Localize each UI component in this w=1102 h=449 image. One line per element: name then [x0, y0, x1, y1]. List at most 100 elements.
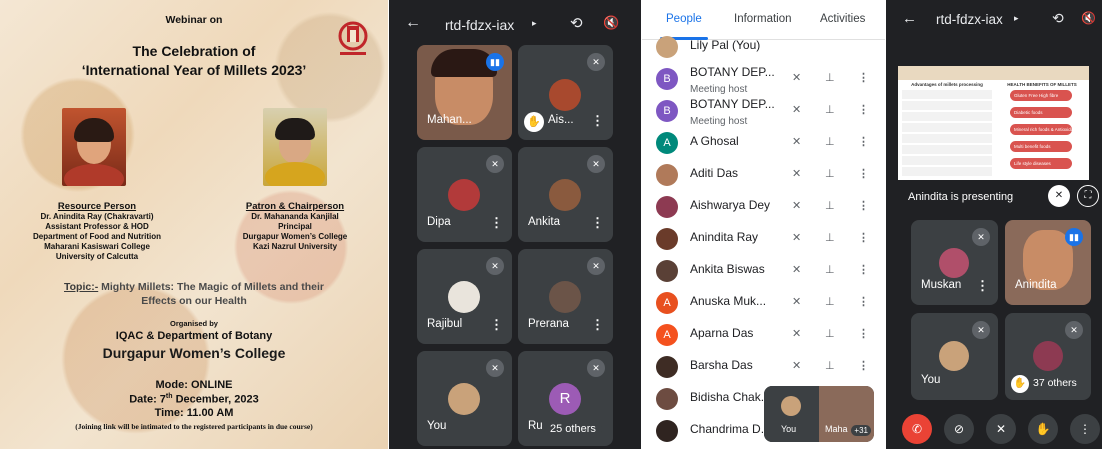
- more-options-icon[interactable]: ⋮: [490, 216, 503, 229]
- more-options-icon[interactable]: ⋮: [858, 263, 869, 276]
- participant-row[interactable]: B BOTANY DEP... Meeting host ✕ ⊥ ⋮: [642, 62, 885, 95]
- mute-presenter-icon[interactable]: ✕: [1048, 185, 1070, 207]
- participant-avatar: [656, 356, 678, 378]
- pin-icon[interactable]: ⊥: [825, 295, 835, 308]
- resource-line: Dr. Anindita Ray (Chakravarti): [40, 212, 154, 221]
- tile-aishwarya[interactable]: ✕ ✋ Ais... ⋮: [518, 45, 613, 140]
- mic-off-button[interactable]: ✕: [986, 414, 1016, 444]
- topic-text2: Effects on our Health: [141, 295, 247, 307]
- participant-name: Bidisha Chak...: [690, 390, 771, 404]
- more-options-icon[interactable]: ⋮: [858, 231, 869, 244]
- participant-name: Aditi Das: [690, 166, 739, 180]
- more-options-icon[interactable]: ⋮: [858, 359, 869, 372]
- mic-off-icon: ✕: [972, 321, 990, 339]
- more-options-icon[interactable]: ⋮: [858, 295, 869, 308]
- tab-information[interactable]: Information: [734, 13, 792, 25]
- more-options-icon[interactable]: ⋮: [858, 327, 869, 340]
- tile-name: Mahan...: [427, 114, 472, 126]
- patron-heading: Patron & Chairperson: [245, 201, 345, 212]
- speaking-icon: ▮▮: [1065, 228, 1083, 246]
- resource-person-heading: Resource Person: [57, 201, 137, 212]
- participant-row[interactable]: A Anuska Muk... ✕ ⊥ ⋮: [642, 286, 885, 318]
- avatar: [549, 281, 581, 313]
- participant-row[interactable]: Lily Pal (You): [642, 30, 885, 62]
- more-options-icon[interactable]: ⋮: [976, 279, 989, 292]
- tab-people[interactable]: People: [666, 13, 702, 25]
- more-options-icon[interactable]: ⋮: [858, 103, 869, 116]
- participant-row[interactable]: Aditi Das ✕ ⊥ ⋮: [642, 158, 885, 190]
- participant-name: A Ghosal: [690, 134, 739, 148]
- presenting-bar: Anindita is presenting ✕ ⛶: [886, 181, 1102, 211]
- tile-rajibul[interactable]: ✕ Rajibul ⋮: [417, 249, 512, 344]
- mic-off-icon: ✕: [792, 296, 802, 308]
- more-options-icon[interactable]: ⋮: [490, 318, 503, 331]
- switch-camera-icon[interactable]: ⟲: [1052, 10, 1064, 27]
- more-options-button[interactable]: ⋮: [1070, 414, 1100, 444]
- participant-row[interactable]: A A Ghosal ✕ ⊥ ⋮: [642, 126, 885, 158]
- speaker-off-icon[interactable]: 🔇: [603, 15, 619, 31]
- participant-row[interactable]: A Aparna Das ✕ ⊥ ⋮: [642, 318, 885, 350]
- tile-mahananda[interactable]: ▮▮ Mahan...: [417, 45, 512, 140]
- others-count[interactable]: 25 others: [544, 420, 602, 438]
- poster-title-line2: ‘International Year of Millets 2023’: [81, 62, 307, 78]
- tile-prerana[interactable]: ✕ Prerana ⋮: [518, 249, 613, 344]
- tile-others[interactable]: ✕ ✋ 37 others: [1005, 313, 1091, 400]
- participant-row[interactable]: Barsha Das ✕ ⊥ ⋮: [642, 350, 885, 382]
- more-options-icon[interactable]: ⋮: [858, 135, 869, 148]
- camera-off-button[interactable]: ⊘: [944, 414, 974, 444]
- pip-window[interactable]: You Maha +31: [764, 386, 874, 442]
- participant-row[interactable]: Ankita Biswas ✕ ⊥ ⋮: [642, 254, 885, 286]
- mic-off-icon: ✕: [486, 257, 504, 275]
- pin-icon[interactable]: ⊥: [825, 71, 835, 84]
- participant-avatar: B: [656, 100, 678, 122]
- mic-off-icon: ✕: [486, 155, 504, 173]
- webinar-poster: Webinar on The Celebration of ‘Internati…: [0, 0, 388, 449]
- speaker-off-icon[interactable]: 🔇: [1081, 11, 1096, 25]
- more-options-icon[interactable]: ⋮: [858, 199, 869, 212]
- participant-avatar: [656, 228, 678, 250]
- more-options-icon[interactable]: ⋮: [858, 167, 869, 180]
- pin-icon[interactable]: ⊥: [825, 135, 835, 148]
- participant-row[interactable]: Aishwarya Dey ✕ ⊥ ⋮: [642, 190, 885, 222]
- chevron-right-icon[interactable]: ▸: [1014, 13, 1019, 24]
- tile-you[interactable]: ✕ You: [417, 351, 512, 446]
- tile-anindita[interactable]: ▮▮ Anindita: [1005, 220, 1091, 305]
- patron-line: Dr. Mahananda Kanjilal: [251, 212, 339, 221]
- tile-ru[interactable]: ✕ R Ru 25 others: [518, 351, 613, 446]
- switch-camera-icon[interactable]: ⟲: [570, 14, 583, 32]
- more-options-icon[interactable]: ⋮: [591, 114, 604, 127]
- leave-call-button[interactable]: ✆: [902, 414, 932, 444]
- more-options-icon[interactable]: ⋮: [858, 71, 869, 84]
- back-arrow-icon[interactable]: ←: [902, 10, 917, 27]
- tile-dipa[interactable]: ✕ Dipa ⋮: [417, 147, 512, 242]
- tile-muskan[interactable]: ✕ Muskan ⋮: [911, 220, 998, 305]
- meeting-code[interactable]: rtd-fdzx-iax: [936, 12, 1003, 27]
- pin-icon[interactable]: ⊥: [825, 167, 835, 180]
- patron-line: Principal: [278, 222, 312, 231]
- pin-icon[interactable]: ⊥: [825, 199, 835, 212]
- participant-name: Anuska Muk...: [690, 294, 767, 308]
- participant-name: BOTANY DEP...: [690, 65, 775, 79]
- pin-icon[interactable]: ⊥: [825, 359, 835, 372]
- pin-icon[interactable]: ⊥: [825, 103, 835, 116]
- raise-hand-button[interactable]: ✋: [1028, 414, 1058, 444]
- chevron-right-icon[interactable]: ▸: [532, 18, 537, 29]
- participant-row[interactable]: B BOTANY DEP... Meeting host ✕ ⊥ ⋮: [642, 94, 885, 127]
- pin-icon[interactable]: ⊥: [825, 231, 835, 244]
- resource-person-block: Resource Person Dr. Anindita Ray (Chakra…: [17, 202, 177, 262]
- fullscreen-icon[interactable]: ⛶: [1077, 185, 1099, 207]
- pin-icon[interactable]: ⊥: [825, 263, 835, 276]
- mic-off-icon: ✕: [1065, 321, 1083, 339]
- poster-title-line1: The Celebration of: [132, 43, 256, 59]
- meeting-code[interactable]: rtd-fdzx-iax: [445, 17, 514, 33]
- more-options-icon[interactable]: ⋮: [591, 216, 604, 229]
- tab-activities[interactable]: Activities: [820, 13, 865, 25]
- more-options-icon[interactable]: ⋮: [591, 318, 604, 331]
- participant-row[interactable]: Anindita Ray ✕ ⊥ ⋮: [642, 222, 885, 254]
- people-panel: People Information Activities Lily Pal (…: [642, 0, 885, 449]
- pin-icon[interactable]: ⊥: [825, 327, 835, 340]
- back-arrow-icon[interactable]: ←: [405, 14, 421, 32]
- tile-you[interactable]: ✕ You: [911, 313, 998, 400]
- participant-name: Aishwarya Dey: [690, 198, 771, 212]
- tile-ankita[interactable]: ✕ Ankita ⋮: [518, 147, 613, 242]
